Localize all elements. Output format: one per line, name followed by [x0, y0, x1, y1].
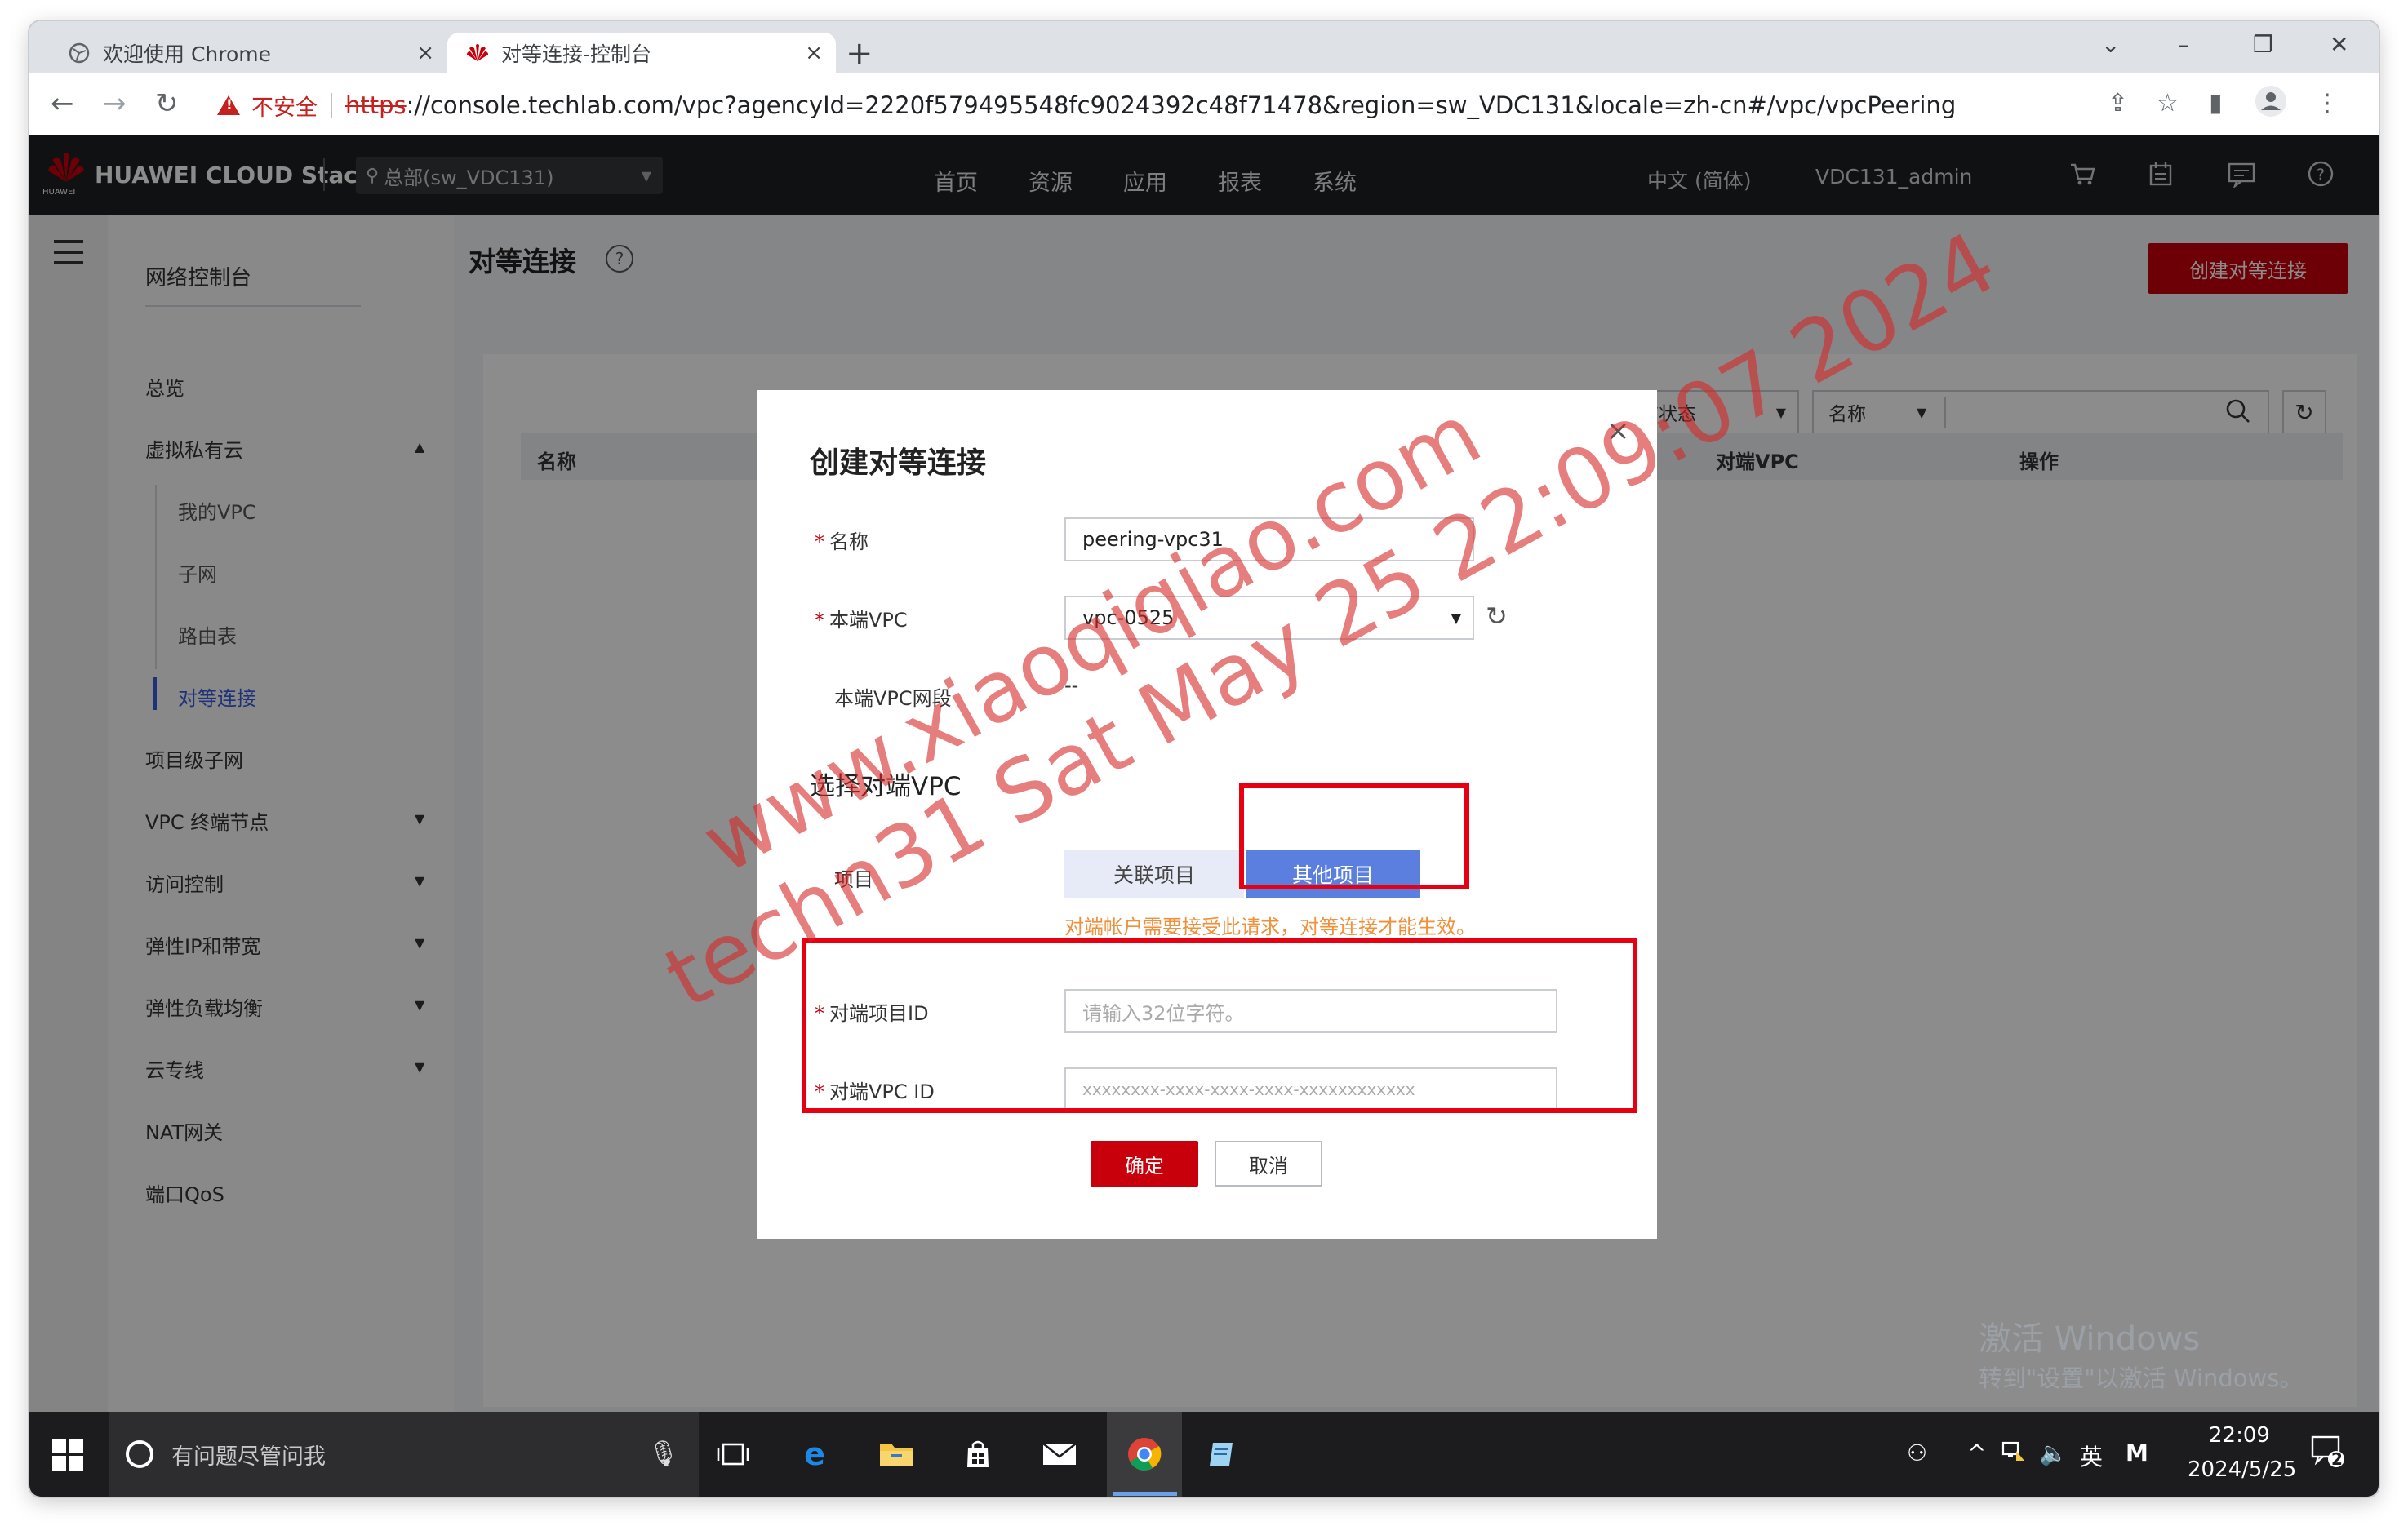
url-scheme: https	[345, 91, 407, 119]
task-view-icon[interactable]	[710, 1431, 756, 1477]
people-icon[interactable]: ⚇	[1907, 1439, 1927, 1466]
edge-icon[interactable]: e	[792, 1431, 837, 1477]
dialog-title: 创建对等连接	[810, 446, 987, 480]
tab-title: 对等连接-控制台	[501, 42, 652, 66]
minimize-icon[interactable]: –	[2178, 31, 2189, 58]
profile-avatar[interactable]	[2255, 85, 2287, 126]
mail-icon[interactable]	[1037, 1431, 1082, 1477]
taskbar: 有问题尽管问我 🎙 e ⚇ ^ 🔈 英 M 22:09 2024/5/25 2	[29, 1412, 2379, 1497]
close-window-icon[interactable]: ✕	[2330, 31, 2348, 58]
network-icon[interactable]	[2001, 1439, 2026, 1467]
active-indicator	[1113, 1492, 1177, 1496]
new-tab-button[interactable]: +	[846, 36, 873, 72]
clock-time[interactable]: 22:09	[2209, 1423, 2270, 1448]
chevron-up-icon[interactable]: ^	[1967, 1439, 1986, 1466]
activation-subtitle: 转到"设置"以激活 Windows。	[1979, 1364, 2304, 1392]
tab-close-icon[interactable]: ×	[805, 41, 823, 65]
volume-icon[interactable]: 🔈	[2039, 1439, 2068, 1466]
browser-window: 欢迎使用 Chrome × 对等连接-控制台 × + ⌄ – ❐ ✕ ← → ↻…	[29, 21, 2379, 1497]
notification-count: 2	[2331, 1449, 2343, 1469]
local-vpc-label: * 本端VPC	[815, 609, 908, 632]
url-text: ://console.techlab.com/vpc?agencyId=2220…	[406, 91, 1957, 119]
restore-icon[interactable]: ❐	[2253, 31, 2273, 58]
ime-mode-icon[interactable]: M	[2126, 1439, 2148, 1466]
side-panel-icon[interactable]: ▮	[2209, 88, 2223, 119]
microphone-icon[interactable]: 🎙	[648, 1439, 679, 1468]
notepad-icon[interactable]	[1200, 1431, 1246, 1477]
chevron-down-icon: ▼	[1451, 610, 1461, 626]
reload-icon[interactable]: ↻	[155, 88, 179, 119]
menu-kebab-icon[interactable]: ⋮	[2315, 88, 2339, 119]
address-bar[interactable]: 不安全 https ://console.techlab.com/vpc?age…	[217, 87, 2078, 124]
tab-title: 欢迎使用 Chrome	[103, 42, 272, 66]
warning-icon	[217, 95, 240, 115]
search-prompt: 有问题尽管问我	[171, 1444, 326, 1470]
cancel-button[interactable]: 取消	[1215, 1141, 1322, 1187]
notification-icon[interactable]: 2	[2310, 1433, 2346, 1472]
security-label: 不安全	[251, 95, 318, 121]
name-label: * 名称	[815, 530, 869, 553]
activation-title: 激活 Windows	[1979, 1320, 2201, 1358]
warning-message: 对端帐户需要接受此请求，对等连接才能生效。	[1064, 916, 1476, 938]
highlight-box-peer-ids	[802, 938, 1637, 1113]
browser-toolbar: ← → ↻ 不安全 https ://console.techlab.com/v…	[29, 73, 2379, 136]
tab-close-icon[interactable]: ×	[416, 41, 434, 65]
divider	[331, 93, 332, 118]
taskbar-search[interactable]: 有问题尽管问我 🎙	[109, 1412, 699, 1497]
back-icon[interactable]: ←	[51, 88, 74, 119]
bookmark-star-icon[interactable]: ☆	[2157, 88, 2179, 119]
store-icon[interactable]	[955, 1431, 1001, 1477]
chrome-icon[interactable]	[1122, 1431, 1167, 1477]
refresh-icon[interactable]: ↻	[1486, 601, 1508, 632]
windows-start-icon[interactable]	[52, 1439, 83, 1474]
forward-icon[interactable]: →	[103, 88, 127, 119]
tab-welcome[interactable]: 欢迎使用 Chrome ×	[49, 33, 447, 73]
highlight-box-other-project	[1239, 783, 1469, 889]
clock-date[interactable]: 2024/5/25	[2188, 1457, 2296, 1482]
chrome-globe-icon	[67, 41, 91, 65]
cortana-icon	[126, 1440, 153, 1468]
confirm-button[interactable]: 确定	[1091, 1141, 1198, 1187]
file-explorer-icon[interactable]	[873, 1431, 919, 1477]
share-icon[interactable]: ⇪	[2108, 88, 2128, 119]
huawei-logo-icon	[465, 41, 490, 65]
project-option-associated[interactable]: 关联项目	[1064, 850, 1244, 898]
ime-indicator[interactable]: 英	[2080, 1439, 2103, 1472]
tab-search-icon[interactable]: ⌄	[2101, 31, 2120, 58]
tab-peering-console[interactable]: 对等连接-控制台 ×	[447, 33, 836, 73]
tab-strip: 欢迎使用 Chrome × 对等连接-控制台 × + ⌄ – ❐ ✕	[29, 21, 2379, 73]
